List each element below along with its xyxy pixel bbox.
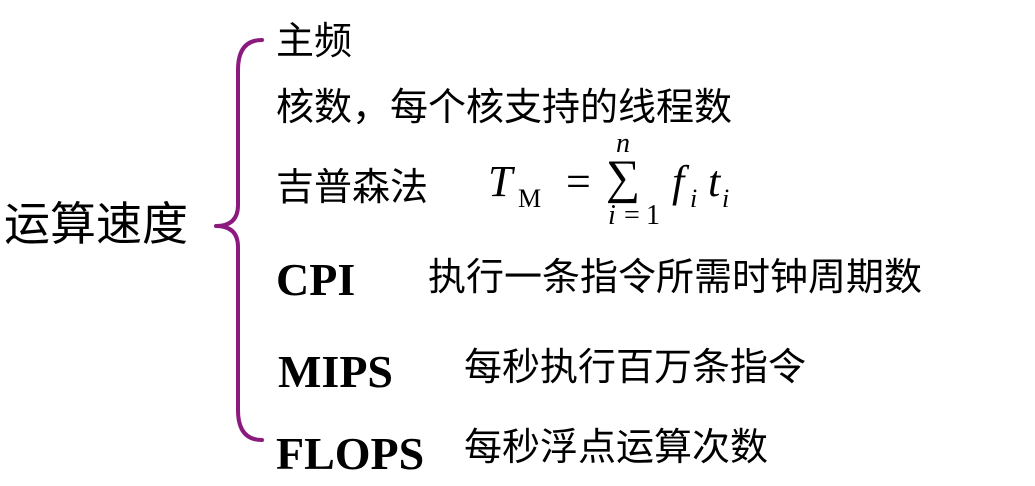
flops-description: 每秒浮点运算次数 bbox=[464, 425, 769, 469]
formula-term-f-subscript: i bbox=[690, 184, 698, 213]
formula-sum-lower-var: i bbox=[608, 200, 616, 231]
gibson-label: 吉普森法 bbox=[276, 165, 429, 209]
formula-sum-lower-val: 1 bbox=[646, 200, 660, 231]
formula-lhs-symbol: T bbox=[488, 157, 513, 206]
formula-sum-lower-eq: = bbox=[624, 200, 640, 231]
formula-sum-symbol: ∑ bbox=[606, 151, 641, 204]
formula-lhs-subscript: M bbox=[518, 184, 542, 213]
formula-term-t-subscript: i bbox=[722, 184, 730, 213]
formula-term-t: t bbox=[708, 157, 721, 206]
mips-abbr: MIPS bbox=[278, 346, 393, 397]
flops-abbr: FLOPS bbox=[276, 428, 425, 479]
mips-description: 每秒执行百万条指令 bbox=[464, 345, 807, 389]
cpi-abbr: CPI bbox=[276, 254, 356, 305]
formula-term-f: f bbox=[672, 157, 685, 206]
cpi-description: 执行一条指令所需时钟周期数 bbox=[428, 255, 923, 299]
item-gibson-method: 吉普森法 T M = n ∑ i = 1 f i t i bbox=[0, 0, 1035, 486]
formula-equals: = bbox=[566, 157, 591, 206]
